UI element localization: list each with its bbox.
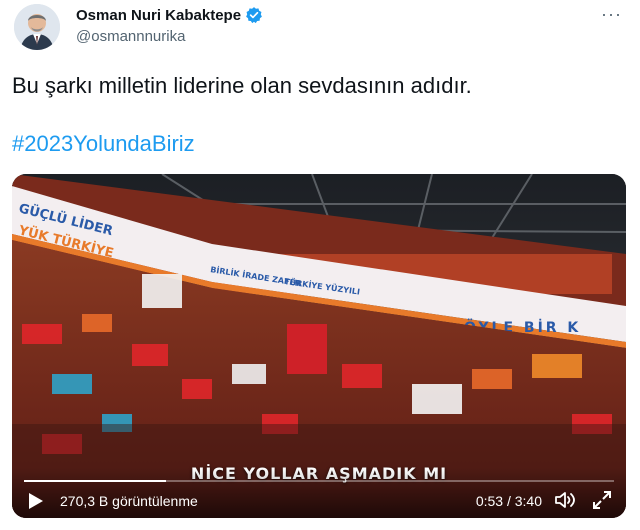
author-name-row: Osman Nuri Kabaktepe bbox=[76, 6, 263, 24]
video-player[interactable]: GÜÇLÜ LİDER YÜK TÜRKİYE BİRLİK İRADE ZAF… bbox=[12, 174, 626, 518]
view-count: 270,3 B görüntülenme bbox=[60, 493, 198, 509]
author-name[interactable]: Osman Nuri Kabaktepe bbox=[76, 7, 241, 24]
author-handle[interactable]: @osmannnurika bbox=[76, 28, 185, 45]
hashtag-link[interactable]: #2023YolundaBiriz bbox=[12, 130, 195, 158]
tweet-header: Osman Nuri Kabaktepe @osmannnurika ··· bbox=[12, 4, 628, 56]
video-time: 0:53 / 3:40 bbox=[475, 493, 542, 509]
volume-icon[interactable] bbox=[554, 490, 576, 510]
fullscreen-icon[interactable] bbox=[592, 490, 612, 510]
verified-badge-icon bbox=[245, 6, 263, 24]
tweet-text: Bu şarkı milletin liderine olan sevdasın… bbox=[12, 73, 472, 98]
avatar[interactable] bbox=[14, 4, 60, 50]
more-horizontal-icon[interactable]: ··· bbox=[601, 4, 622, 25]
video-progress-fill bbox=[24, 480, 166, 482]
video-controls: 270,3 B görüntülenme 0:53 / 3:40 bbox=[12, 468, 626, 518]
play-icon[interactable] bbox=[28, 492, 44, 510]
video-progress-bar[interactable] bbox=[24, 480, 614, 482]
